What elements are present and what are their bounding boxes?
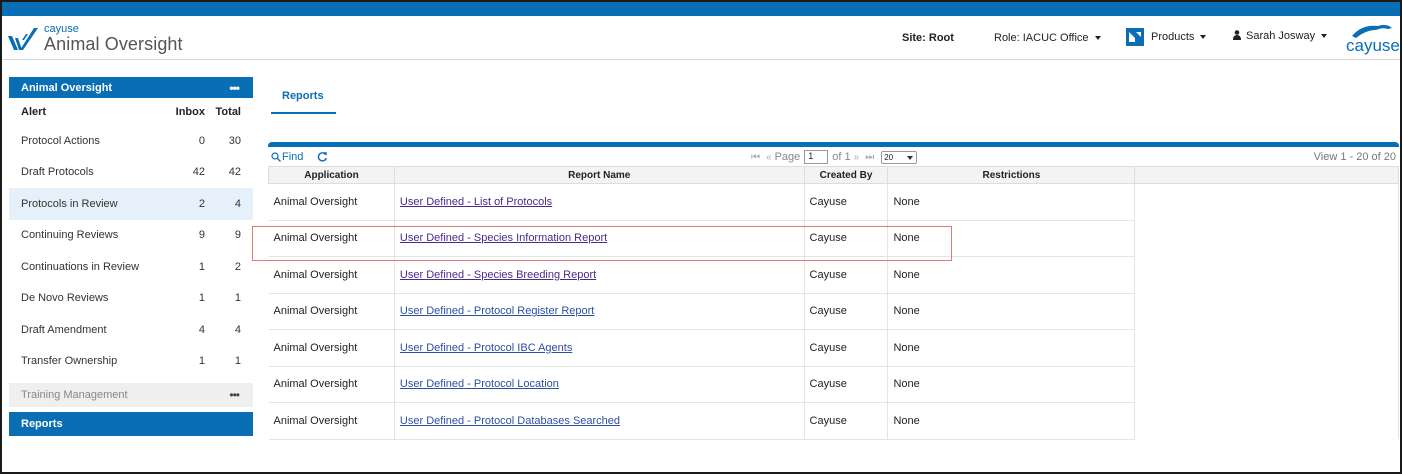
products-icon <box>1126 28 1144 46</box>
table-row[interactable]: Animal Oversight User Defined - Protocol… <box>268 293 1399 330</box>
column-header-created-by[interactable]: Created By <box>803 166 889 184</box>
column-header-restrictions[interactable]: Restrictions <box>887 166 1136 184</box>
table-row[interactable]: Animal Oversight User Defined - Protocol… <box>268 366 1399 403</box>
more-options-icon[interactable]: ••• <box>229 81 240 95</box>
report-link[interactable]: User Defined - Protocol Register Report <box>400 305 594 317</box>
site-label: Site: Root <box>902 32 954 44</box>
view-count: View 1 - 20 of 20 <box>1313 151 1396 163</box>
table-row[interactable]: Animal Oversight User Defined - Species … <box>268 256 1399 294</box>
page-number-input[interactable]: 1 <box>804 150 829 164</box>
cell-created-by: Cayuse <box>804 293 889 330</box>
cell-created-by: Cayuse <box>804 220 889 257</box>
report-link[interactable]: User Defined - Protocol Location <box>400 378 559 390</box>
cell-restrictions: None <box>887 220 1136 257</box>
report-link[interactable]: User Defined - Protocol Databases Search… <box>400 415 620 427</box>
user-icon <box>1233 29 1241 40</box>
sidebar-item-de-novo-reviews[interactable]: De Novo Reviews 1 1 <box>9 283 253 315</box>
cayuse-brand-logo[interactable]: cayuse <box>1342 22 1400 56</box>
sidebar-section-reports[interactable]: Reports <box>9 412 253 436</box>
column-header-application[interactable]: Application <box>268 166 395 184</box>
header-bar: cayuse Animal Oversight Site: Root Role:… <box>2 16 1400 60</box>
column-header-report-name[interactable]: Report Name <box>393 166 805 184</box>
chevron-down-icon <box>1321 34 1328 38</box>
find-button[interactable]: Find <box>271 151 303 163</box>
sidebar-item-continuations-in-review[interactable]: Continuations in Review 1 2 <box>9 251 253 283</box>
report-link[interactable]: User Defined - Species Information Repor… <box>400 232 607 244</box>
cell-created-by: Cayuse <box>804 402 889 440</box>
user-menu[interactable]: Sarah Josway <box>1233 29 1328 42</box>
first-page-icon[interactable]: ⏮ <box>751 152 760 163</box>
cell-application: Animal Oversight <box>268 366 395 403</box>
more-options-icon[interactable]: ••• <box>229 388 240 402</box>
cell-restrictions: None <box>887 183 1136 221</box>
cell-restrictions: None <box>887 293 1136 330</box>
table-header-row: Application Report Name Created By Restr… <box>268 166 1399 184</box>
logo-app-name: Animal Oversight <box>44 34 183 54</box>
chevron-down-icon <box>1200 35 1207 39</box>
cell-application: Animal Oversight <box>268 256 395 294</box>
cell-application: Animal Oversight <box>268 183 395 221</box>
cell-application: Animal Oversight <box>268 329 395 367</box>
search-icon <box>271 152 281 162</box>
chevron-down-icon <box>1094 36 1101 40</box>
next-page-icon[interactable]: » <box>854 152 860 163</box>
report-link[interactable]: User Defined - Protocol IBC Agents <box>400 342 572 354</box>
app-window: cayuse Animal Oversight Site: Root Role:… <box>0 0 1402 474</box>
cell-restrictions: None <box>887 366 1136 403</box>
reports-grid: Find ⏮ « Page 1 of 1 » ⏭ 20 View 1 - 20 … <box>268 142 1399 447</box>
page-size-select[interactable]: 20 <box>881 150 918 164</box>
sidebar-item-draft-amendment[interactable]: Draft Amendment 4 4 <box>9 314 253 346</box>
role-dropdown[interactable]: Role: IACUC Office <box>994 32 1101 44</box>
table-row[interactable]: Animal Oversight User Defined - List of … <box>268 183 1399 221</box>
reports-table: Application Report Name Created By Restr… <box>268 166 1399 440</box>
cell-restrictions: None <box>887 329 1136 367</box>
grid-toolbar: Find ⏮ « Page 1 of 1 » ⏭ 20 View 1 - 20 … <box>268 147 1399 166</box>
cell-restrictions: None <box>887 402 1136 440</box>
sidebar-column-header: Alert Inbox Total <box>21 105 241 118</box>
sidebar-item-draft-protocols[interactable]: Draft Protocols 42 42 <box>9 157 253 189</box>
app-logo[interactable]: cayuse Animal Oversight <box>6 22 194 56</box>
top-accent-bar <box>2 2 1400 16</box>
tab-reports[interactable]: Reports <box>271 86 336 114</box>
sidebar: Animal Oversight ••• Alert Inbox Total P… <box>9 77 253 436</box>
products-dropdown[interactable]: Products <box>1126 28 1207 46</box>
last-page-icon[interactable]: ⏭ <box>865 152 874 163</box>
table-row[interactable]: Animal Oversight User Defined - Protocol… <box>268 402 1399 440</box>
refresh-button[interactable] <box>317 151 328 165</box>
cell-created-by: Cayuse <box>804 329 889 367</box>
prev-page-icon[interactable]: « <box>766 152 772 163</box>
refresh-icon <box>317 152 327 162</box>
cayuse-check-icon <box>8 28 38 50</box>
cell-application: Animal Oversight <box>268 402 395 440</box>
table-row[interactable]: Animal Oversight User Defined - Protocol… <box>268 329 1399 367</box>
cell-created-by: Cayuse <box>804 366 889 403</box>
table-row[interactable]: Animal Oversight User Defined - Species … <box>268 220 1399 257</box>
sidebar-item-protocols-in-review[interactable]: Protocols in Review 2 4 <box>9 188 253 220</box>
report-link[interactable]: User Defined - List of Protocols <box>400 196 552 208</box>
cell-application: Animal Oversight <box>268 293 395 330</box>
sidebar-section-training-management[interactable]: Training Management ••• <box>9 383 253 407</box>
sidebar-header[interactable]: Animal Oversight ••• <box>9 77 253 98</box>
column-header-empty <box>1134 166 1399 184</box>
cell-restrictions: None <box>887 256 1136 294</box>
pager: ⏮ « Page 1 of 1 » ⏭ 20 <box>748 150 918 164</box>
cell-created-by: Cayuse <box>804 183 889 221</box>
chevron-down-icon <box>907 155 914 160</box>
sidebar-item-transfer-ownership[interactable]: Transfer Ownership 1 1 <box>9 346 253 378</box>
cell-application: Animal Oversight <box>268 220 395 257</box>
cell-created-by: Cayuse <box>804 256 889 294</box>
report-link[interactable]: User Defined - Species Breeding Report <box>400 269 596 281</box>
sidebar-item-continuing-reviews[interactable]: Continuing Reviews 9 9 <box>9 220 253 252</box>
sidebar-item-protocol-actions[interactable]: Protocol Actions 0 30 <box>9 125 253 157</box>
brand-text: cayuse <box>1346 36 1400 55</box>
